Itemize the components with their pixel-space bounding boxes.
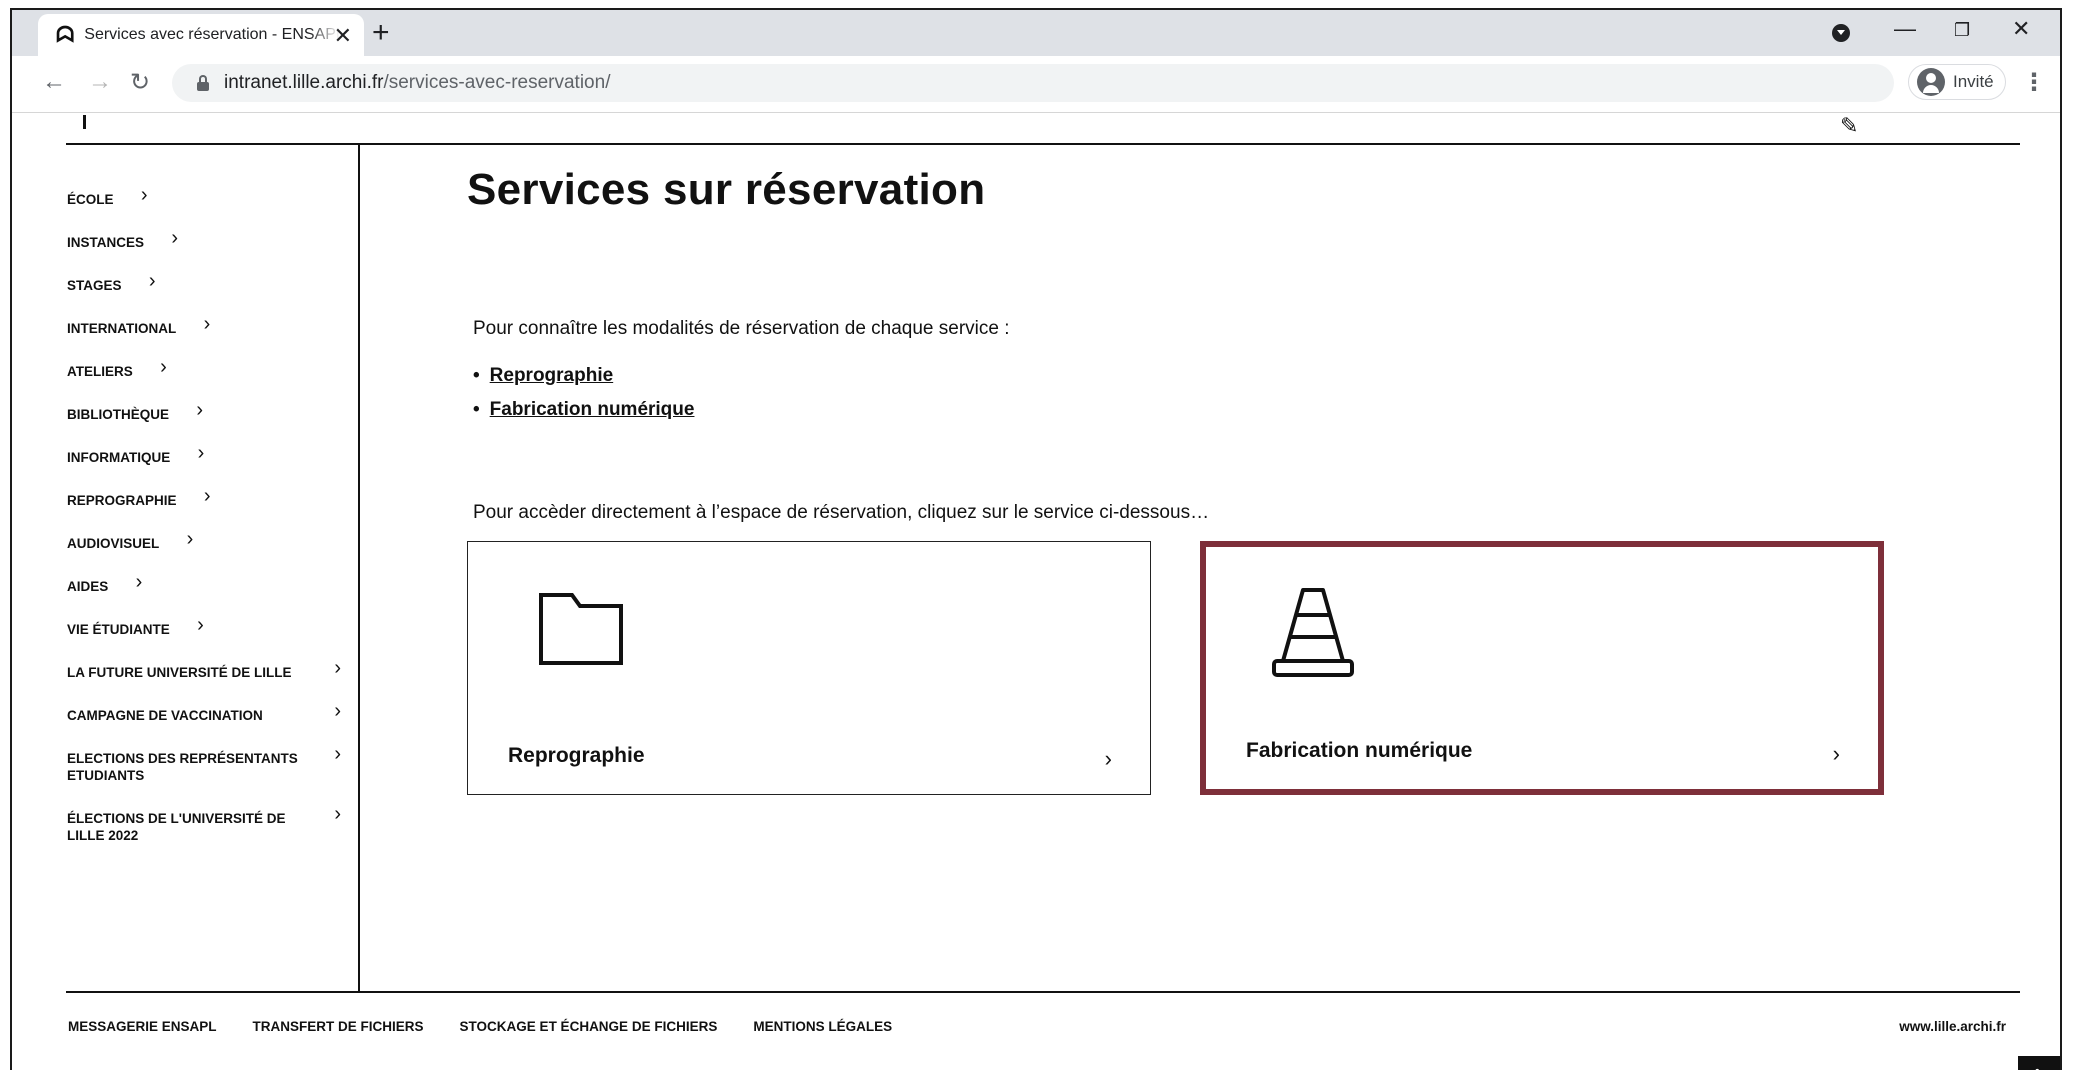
reload-icon[interactable]: ↻ — [130, 68, 150, 97]
chevron-right-icon: › — [148, 270, 156, 292]
sidebar-item-elections-representants[interactable]: ELECTIONS DES REPRÉSENTANTS ETUDIANTS › — [67, 744, 347, 784]
sidebar-item-label: CAMPAGNE DE VACCINATION — [67, 708, 263, 723]
footer-link-transfert[interactable]: TRANSFERT DE FICHIERS — [253, 1019, 424, 1034]
sidebar-item-aides[interactable]: AIDES › — [67, 572, 148, 595]
back-arrow-icon[interactable]: ← — [42, 68, 66, 96]
sidebar-item-ateliers[interactable]: ATELIERS › — [67, 357, 173, 380]
restore-icon[interactable]: ❐ — [1954, 20, 1970, 41]
sidebar-item-label: ELECTIONS DES REPRÉSENTANTS ETUDIANTS — [67, 751, 298, 783]
sidebar-divider — [358, 144, 360, 992]
footer-link-messagerie[interactable]: MESSAGERIE ENSAPL — [68, 1019, 217, 1034]
sidebar-item-label: STAGES — [67, 278, 122, 293]
sidebar-item-informatique[interactable]: INFORMATIQUE › — [67, 443, 210, 466]
chevron-right-icon: › — [135, 571, 143, 593]
footer-link-stockage[interactable]: STOCKAGE ET ÉCHANGE DE FICHIERS — [460, 1019, 718, 1034]
forward-arrow-icon[interactable]: → — [88, 68, 112, 96]
profile-label: Invité — [1953, 72, 1994, 91]
chevron-right-icon: › — [171, 227, 179, 249]
chevron-right-icon: › — [334, 700, 341, 722]
close-window-icon[interactable]: ✕ — [2012, 16, 2030, 42]
more-menu-icon[interactable]: ⋮ — [2022, 68, 2046, 97]
avatar-icon — [1917, 68, 1945, 96]
chevron-right-icon: › — [334, 743, 341, 765]
address-bar[interactable]: intranet.lille.archi.fr/services-avec-re… — [172, 64, 1894, 102]
sidebar-item-reprographie[interactable]: REPROGRAPHIE › — [67, 486, 217, 509]
chevron-right-icon: › — [334, 803, 341, 825]
minimize-icon[interactable]: — — [1894, 16, 1916, 42]
logo-fragment — [83, 115, 86, 129]
page-title: Services sur réservation — [467, 165, 986, 214]
close-tab-icon[interactable]: ✕ — [334, 23, 352, 49]
browser-toolbar: ← → ↻ intranet.lille.archi.fr/services-a… — [12, 56, 2060, 113]
bullet-icon: • — [473, 399, 480, 420]
sidebar-item-label: LA FUTURE UNIVERSITÉ DE LILLE — [67, 665, 292, 680]
page-content: ✎ ÉCOLE › INSTANCES › STAGES › INTERNATIONA… — [12, 113, 2060, 1070]
tab-search-icon[interactable] — [1832, 24, 1850, 42]
profile-button[interactable]: Invité — [1908, 64, 2006, 100]
direct-access-intro: Pour accèder directement à l’espace de r… — [473, 502, 1210, 523]
chevron-right-icon: › — [197, 442, 205, 464]
sidebar-item-label: ÉLECTIONS DE L'UNIVERSITÉ DE LILLE 2022 — [67, 811, 286, 843]
chevron-right-icon: › — [1104, 746, 1112, 771]
sidebar-item-ecole[interactable]: ÉCOLE › — [67, 185, 154, 208]
sidebar-item-bibliotheque[interactable]: BIBLIOTHÈQUE › — [67, 400, 209, 423]
url-host: intranet.lille.archi.fr — [224, 72, 384, 93]
new-tab-button[interactable]: + — [372, 16, 390, 50]
footer-links: MESSAGERIE ENSAPL TRANSFERT DE FICHIERS … — [68, 1019, 892, 1034]
chevron-right-icon: › — [186, 528, 194, 550]
modalities-intro: Pour connaître les modalités de réservat… — [473, 318, 1010, 339]
lock-icon[interactable] — [196, 75, 210, 91]
accessibility-icon[interactable]: ♿ — [2018, 1056, 2060, 1070]
ensapl-logo-icon: ᗣ — [56, 22, 75, 47]
card-reprographie[interactable]: Reprographie › — [467, 541, 1151, 795]
sidebar-item-future-universite[interactable]: LA FUTURE UNIVERSITÉ DE LILLE › — [67, 658, 347, 681]
browser-tab[interactable]: ᗣ Services avec réservation - ENSAPL ✕ — [38, 14, 364, 56]
sidebar-item-label: INSTANCES — [67, 235, 145, 250]
sidebar-item-label: AUDIOVISUEL — [67, 536, 160, 551]
chevron-right-icon: › — [334, 657, 341, 679]
sidebar-item-label: VIE ÉTUDIANTE — [67, 622, 170, 637]
card-fabrication-numerique[interactable]: Fabrication numérique › — [1200, 541, 1884, 795]
chevron-right-icon: › — [203, 313, 211, 335]
sidebar-item-label: ATELIERS — [67, 364, 133, 379]
search-icon[interactable]: ✎ — [1840, 113, 1858, 139]
sidebar-item-label: AIDES — [67, 579, 109, 594]
folder-icon — [538, 592, 624, 671]
bullet-icon: • — [473, 365, 480, 386]
tab-strip: ᗣ Services avec réservation - ENSAPL ✕ +… — [12, 10, 2060, 56]
chevron-right-icon: › — [197, 614, 204, 636]
card-label: Fabrication numérique — [1246, 739, 1473, 762]
sidebar-item-label: INTERNATIONAL — [67, 321, 177, 336]
footer-site-link[interactable]: www.lille.archi.fr — [1899, 1019, 2006, 1034]
chevron-right-icon: › — [160, 356, 167, 378]
sidebar-item-label: BIBLIOTHÈQUE — [67, 407, 170, 422]
footer-link-mentions[interactable]: MENTIONS LÉGALES — [753, 1019, 892, 1034]
sidebar-item-label: ÉCOLE — [67, 192, 114, 207]
traffic-cone-icon — [1270, 587, 1356, 684]
footer-divider — [66, 991, 2020, 993]
sidebar-item-label: INFORMATIQUE — [67, 450, 171, 465]
browser-window: ᗣ Services avec réservation - ENSAPL ✕ +… — [10, 8, 2062, 1070]
tab-title: Services avec réservation - ENSAPL — [84, 26, 341, 43]
url-path: /services-avec-reservation/ — [383, 72, 611, 93]
chevron-right-icon: › — [203, 485, 211, 507]
sidebar-item-stages[interactable]: STAGES › — [67, 271, 162, 294]
sidebar-item-label: REPROGRAPHIE — [67, 493, 177, 508]
service-links-list: • Reprographie • Fabrication numérique — [473, 365, 694, 433]
sidebar-item-vie-etudiante[interactable]: VIE ÉTUDIANTE › — [67, 615, 210, 638]
sidebar-item-elections-universite[interactable]: ÉLECTIONS DE L'UNIVERSITÉ DE LILLE 2022 › — [67, 804, 347, 844]
chevron-right-icon: › — [140, 184, 148, 206]
chevron-right-icon: › — [1832, 741, 1840, 766]
link-reprographie[interactable]: • Reprographie — [473, 365, 694, 399]
card-label: Reprographie — [508, 744, 645, 767]
sidebar-item-audiovisuel[interactable]: AUDIOVISUEL › — [67, 529, 199, 552]
sidebar-item-instances[interactable]: INSTANCES › — [67, 228, 184, 251]
chevron-right-icon: › — [196, 399, 204, 421]
sidebar-item-international[interactable]: INTERNATIONAL › — [67, 314, 216, 337]
sidebar-item-campagne-vaccination[interactable]: CAMPAGNE DE VACCINATION › — [67, 701, 347, 724]
link-fabrication-numerique[interactable]: • Fabrication numérique — [473, 399, 694, 433]
